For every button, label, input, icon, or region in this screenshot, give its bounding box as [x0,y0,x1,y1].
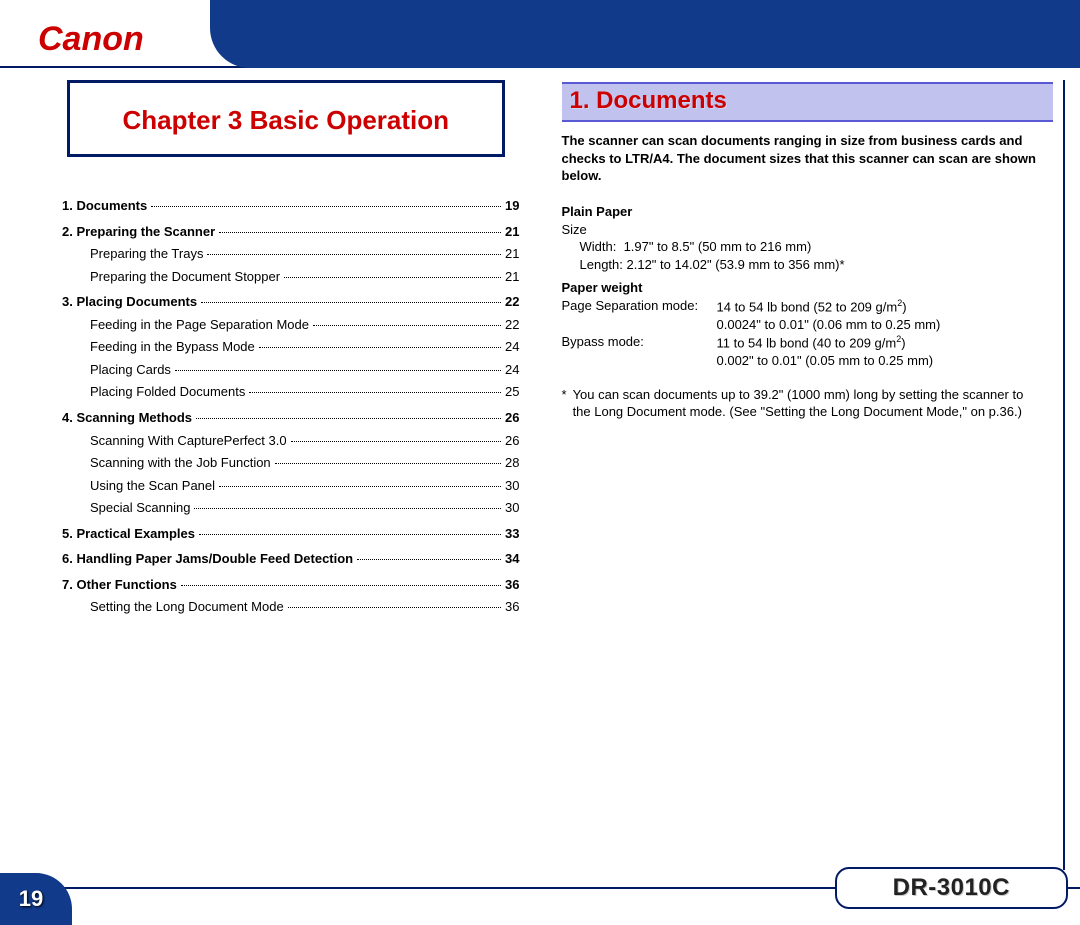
toc-subitem[interactable]: Special Scanning 30 [62,499,520,517]
toc-label: Placing Folded Documents [62,383,245,401]
toc-subitem[interactable]: Preparing the Document Stopper 21 [62,268,520,286]
toc-label: 6. Handling Paper Jams/Double Feed Detec… [62,550,353,568]
bypass-row: Bypass mode: 11 to 54 lb bond (40 to 209… [562,333,1044,352]
section-title: 1. Documents [570,85,1046,117]
spec-block: Plain Paper Size Width: 1.97" to 8.5" (5… [562,203,1054,370]
width-line: Width: 1.97" to 8.5" (50 mm to 216 mm) [562,238,1044,256]
toc-page: 36 [505,598,519,616]
toc-page: 30 [505,499,519,517]
page-number-tab: 19 [0,873,72,925]
toc-item[interactable]: 7. Other Functions 36 [62,576,520,594]
toc-label: 3. Placing Documents [62,293,197,311]
toc-page: 26 [505,409,519,427]
toc-label: 7. Other Functions [62,576,177,594]
toc-label: Scanning with the Job Function [62,454,271,472]
toc-subitem[interactable]: Feeding in the Page Separation Mode 22 [62,316,520,334]
toc-page: 21 [505,245,519,263]
toc-subitem[interactable]: Using the Scan Panel 30 [62,477,520,495]
toc-page: 36 [505,576,519,594]
chapter-title: Chapter 3 Basic Operation [88,103,484,138]
toc-label: Using the Scan Panel [62,477,215,495]
intro-text: The scanner can scan documents ranging i… [562,132,1054,185]
model-badge: DR-3010C [835,867,1068,909]
toc-page: 28 [505,454,519,472]
toc-label: 2. Preparing the Scanner [62,223,215,241]
toc-item[interactable]: 4. Scanning Methods 26 [62,409,520,427]
toc-subitem[interactable]: Setting the Long Document Mode 36 [62,598,520,616]
toc-label: 4. Scanning Methods [62,409,192,427]
psm-row: Page Separation mode: 14 to 54 lb bond (… [562,297,1044,316]
toc-page: 22 [505,316,519,334]
toc-subitem[interactable]: Placing Folded Documents 25 [62,383,520,401]
toc-label: 5. Practical Examples [62,525,195,543]
table-of-contents: 1. Documents 19 2. Preparing the Scanner 21… [40,197,532,616]
length-line: Length: 2.12" to 14.02" (53.9 mm to 356 … [562,256,1044,274]
svg-text:Canon: Canon [38,22,144,56]
toc-subitem[interactable]: Feeding in the Bypass Mode 24 [62,338,520,356]
toc-subitem[interactable]: Placing Cards 24 [62,361,520,379]
header-bar: Canon [0,0,1080,68]
toc-page: 24 [505,338,519,356]
section-title-bar: 1. Documents [562,82,1054,122]
paper-weight-head: Paper weight [562,279,1044,297]
toc-page: 24 [505,361,519,379]
toc-item[interactable]: 2. Preparing the Scanner 21 [62,223,520,241]
toc-page: 30 [505,477,519,495]
page-number: 19 [19,886,43,912]
toc-label: Scanning With CapturePerfect 3.0 [62,432,287,450]
toc-label: Preparing the Trays [62,245,203,263]
toc-subitem[interactable]: Scanning with the Job Function 28 [62,454,520,472]
toc-page: 25 [505,383,519,401]
left-column: Chapter 3 Basic Operation 1. Documents 19… [40,80,532,870]
footer-bar: 19 DR-3010C [0,873,1080,925]
toc-page: 22 [505,293,519,311]
size-label: Size [562,221,1044,239]
toc-label: Preparing the Document Stopper [62,268,280,286]
chapter-title-box: Chapter 3 Basic Operation [67,80,505,157]
toc-item[interactable]: 5. Practical Examples 33 [62,525,520,543]
toc-item[interactable]: 3. Placing Documents 22 [62,293,520,311]
model-text: DR-3010C [893,874,1010,901]
toc-label: Feeding in the Page Separation Mode [62,316,309,334]
toc-page: 34 [505,550,519,568]
plain-paper-head: Plain Paper [562,203,1044,221]
toc-page: 19 [505,197,519,215]
toc-label: Setting the Long Document Mode [62,598,284,616]
toc-label: Special Scanning [62,499,190,517]
toc-item[interactable]: 6. Handling Paper Jams/Double Feed Detec… [62,550,520,568]
brand-logo: Canon [38,22,188,56]
right-column: 1. Documents The scanner can scan docume… [562,80,1054,870]
toc-label: 1. Documents [62,197,147,215]
footnote: * You can scan documents up to 39.2" (10… [562,386,1054,421]
toc-page: 26 [505,432,519,450]
toc-subitem[interactable]: Preparing the Trays 21 [62,245,520,263]
toc-subitem[interactable]: Scanning With CapturePerfect 3.0 26 [62,432,520,450]
toc-page: 21 [505,223,519,241]
toc-page: 21 [505,268,519,286]
toc-label: Feeding in the Bypass Mode [62,338,255,356]
toc-item[interactable]: 1. Documents 19 [62,197,520,215]
toc-page: 33 [505,525,519,543]
toc-label: Placing Cards [62,361,171,379]
bypass-row2: 0.002" to 0.01" (0.05 mm to 0.25 mm) [562,352,1044,370]
psm-row2: 0.0024" to 0.01" (0.06 mm to 0.25 mm) [562,316,1044,334]
